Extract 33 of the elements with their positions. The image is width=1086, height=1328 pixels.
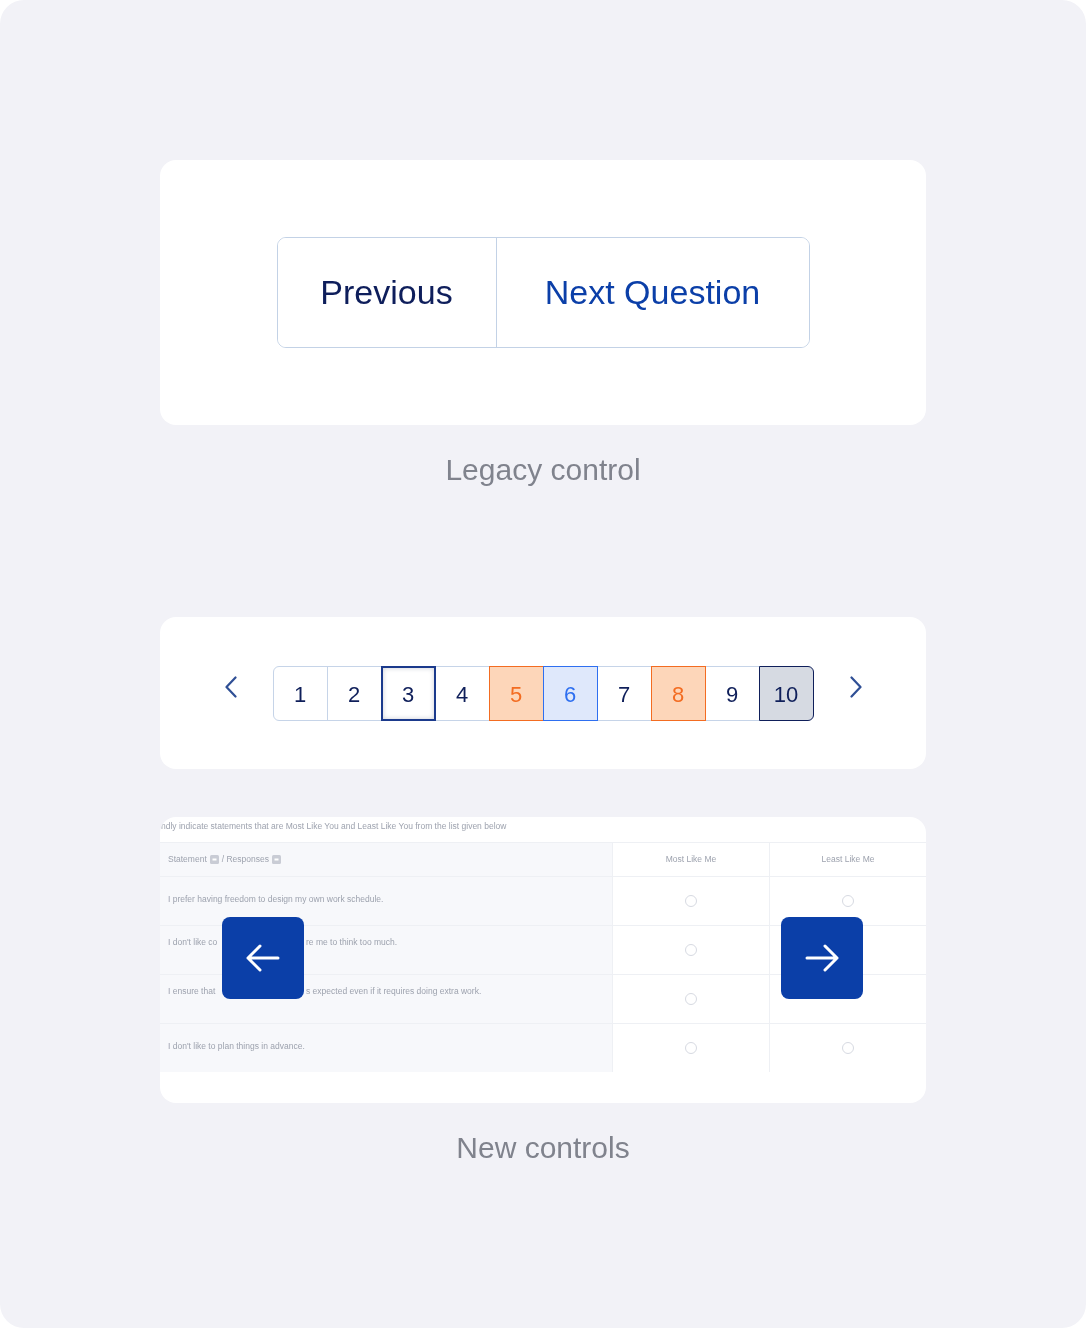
page-number-button[interactable]: 1 <box>272 665 328 721</box>
radio-button[interactable] <box>685 1042 697 1054</box>
radio-button[interactable] <box>685 944 697 956</box>
chevron-right-icon <box>849 675 862 698</box>
previous-button[interactable] <box>222 917 304 999</box>
statement-text: s expected even if it requires doing extra work. <box>306 986 483 997</box>
page-number-button[interactable]: 3 <box>380 665 436 721</box>
previous-page-button[interactable] <box>224 675 237 698</box>
next-page-button[interactable] <box>849 675 862 698</box>
column-header: / Responses <box>221 854 269 865</box>
column-header: Most Like Me <box>665 854 717 865</box>
column-header: Statement <box>168 854 207 865</box>
radio-button[interactable] <box>685 895 697 907</box>
statement-text: re me to think too much. <box>306 937 399 948</box>
arrow-left-icon <box>246 944 280 972</box>
page-number-button[interactable]: 6 <box>542 665 598 721</box>
square-icon <box>272 855 281 864</box>
arrow-right-icon <box>805 944 839 972</box>
square-icon <box>209 855 219 864</box>
next-button[interactable] <box>781 917 863 999</box>
column-header: Least Like Me <box>821 854 875 865</box>
page-number-button[interactable]: 7 <box>596 665 652 721</box>
caption: New controls <box>456 1130 630 1166</box>
page-number-button[interactable]: 4 <box>434 665 490 721</box>
radio-button[interactable] <box>685 993 697 1005</box>
page-number-button[interactable]: 9 <box>704 665 760 721</box>
page-number-button[interactable]: 10 <box>758 665 814 721</box>
next-question-button[interactable]: Next Question <box>495 238 809 347</box>
radio-button[interactable] <box>842 895 854 907</box>
caption: Legacy control <box>445 452 641 488</box>
page-number-button[interactable]: 2 <box>326 665 382 721</box>
chevron-left-icon <box>224 675 237 698</box>
radio-button[interactable] <box>842 1042 854 1054</box>
